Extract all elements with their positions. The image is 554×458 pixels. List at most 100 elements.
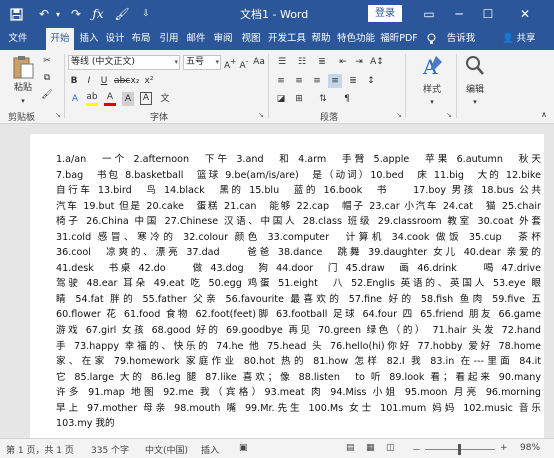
highlight-color-icon[interactable]: ab [86,92,98,106]
show-marks-icon[interactable]: ¶ [340,92,354,106]
tab-design[interactable]: 设计 [104,28,126,50]
document-line: 60.flower 花 61.food 食物 62.foot(feet)脚 63… [56,309,541,321]
ribbon-display-options-icon[interactable]: ▭ [415,3,443,25]
print-layout-icon[interactable]: ▦ [366,443,375,453]
character-shading-icon[interactable]: A [122,92,134,106]
tab-file[interactable]: 文件 [6,28,30,50]
copy-icon[interactable]: ⧉ [40,71,54,85]
tab-foxit-pdf[interactable]: 福昕PDF [379,28,419,50]
zoom-slider-thumb[interactable] [458,444,462,455]
paste-dropdown-icon[interactable]: ▾ [18,94,28,108]
chinese-layout-icon[interactable]: A↕ [370,55,384,69]
language-status[interactable]: 中文(中国) [145,443,188,456]
align-center-icon[interactable]: ≡ [292,74,306,88]
undo-icon[interactable]: ↶ [34,4,54,24]
tab-developer[interactable]: 开发工具 [266,28,308,50]
paragraph-launcher-icon[interactable]: ↘ [396,111,402,119]
font-color-icon[interactable]: A [104,92,116,106]
tell-me-search[interactable]: 告诉我 [446,28,476,50]
clipboard-group-label: 剪贴板 [8,113,36,123]
customize-quick-access-icon[interactable]: ⇩ [136,4,156,24]
find-icon[interactable] [462,54,488,83]
undo-dropdown-icon[interactable]: ▾ [53,4,63,24]
styles-dropdown-icon[interactable]: ▾ [428,95,436,109]
share-icon[interactable]: 👤 [502,28,514,50]
change-case-icon[interactable]: Aa [252,55,266,69]
bold-button[interactable]: B [69,74,79,88]
group-divider [456,54,457,118]
grow-font-icon[interactable]: A+ [224,55,236,73]
increase-indent-icon[interactable]: ⇥ [352,55,366,69]
save-icon[interactable] [6,4,26,24]
macro-record-icon[interactable]: ▣ [239,443,248,453]
editing-dropdown-icon[interactable]: ▾ [471,95,479,109]
collapse-ribbon-icon[interactable]: ∧ [538,108,550,122]
lightbulb-icon[interactable] [424,28,438,50]
zoom-level[interactable]: 98% [520,443,540,453]
minimize-icon[interactable]: ─ [445,3,473,25]
superscript-icon[interactable]: x² [144,74,154,88]
chevron-down-icon: ▾ [215,58,219,66]
character-border-icon[interactable]: A [140,92,152,105]
document-title: 文档1 - Word [240,8,309,21]
clipboard-launcher-icon[interactable]: ↘ [55,111,61,119]
styles-launcher-icon[interactable]: ↘ [446,111,452,119]
login-button[interactable]: 登录 [368,5,402,22]
maximize-icon[interactable]: ☐ [474,3,502,25]
tab-references[interactable]: 引用 [158,28,180,50]
tab-insert[interactable]: 插入 [78,28,100,50]
sort-icon[interactable]: ⇅ [316,92,330,106]
borders-icon[interactable]: ⊞ [292,92,306,106]
equation-icon[interactable]: ƒx [88,4,108,24]
redo-icon[interactable]: ↷ [66,4,86,24]
justify-icon[interactable]: ≡ [328,74,342,88]
zoom-out-button[interactable]: － [412,443,421,456]
close-icon[interactable]: ✕ [503,3,547,25]
decrease-indent-icon[interactable]: ⇤ [336,55,350,69]
document-body[interactable]: 1.a/an 一个 2.afternoon 下午 3.and 和 4.arm 手… [56,152,541,432]
text-effects-icon[interactable]: A [69,92,81,106]
align-left-icon[interactable]: ≡ [274,74,288,88]
distributed-icon[interactable]: ≣ [346,74,360,88]
font-name-combo[interactable]: 等线 (中文正文) ▾ [68,55,180,70]
share-button[interactable]: 共享 [514,28,538,50]
tab-mailings[interactable]: 邮件 [185,28,207,50]
tab-layout[interactable]: 布局 [130,28,152,50]
align-right-icon[interactable]: ≡ [310,74,324,88]
strikethrough-icon[interactable]: abc [114,74,130,88]
tab-help[interactable]: 帮助 [310,28,332,50]
italic-button[interactable]: I [84,74,94,88]
document-line: 椅子 26.China 中国 27.Chinese 汉语、中国人 28.clas… [56,216,541,228]
read-mode-icon[interactable]: ▤ [346,443,355,453]
title-bar: ↶ ▾ ↷ ƒx 🖌 ⇩ 文档1 - Word 登录 ▭ ─ ☐ ✕ [0,0,554,28]
tab-features[interactable]: 特色功能 [336,28,376,50]
shading-icon[interactable]: ◪ [274,92,288,106]
document-line: 41.desk 书桌 42.do 做 43.dog 狗 44.door 门 45… [56,262,541,274]
document-page[interactable]: 1.a/an 一个 2.afternoon 下午 3.and 和 4.arm 手… [30,134,544,438]
font-size-value: 五号 [186,57,205,67]
font-launcher-icon[interactable]: ↘ [258,111,264,119]
page-count[interactable]: 第 1 页，共 1 页 [6,443,74,456]
insert-mode[interactable]: 插入 [201,443,219,456]
tab-home[interactable]: 开始 [46,28,74,50]
word-count[interactable]: 335 个字 [91,443,129,456]
group-divider [64,54,65,118]
tab-view[interactable]: 视图 [240,28,262,50]
font-size-combo[interactable]: 五号 ▾ [183,55,221,70]
cut-icon[interactable]: ✂ [40,54,54,68]
underline-button[interactable]: U [99,74,109,88]
subscript-icon[interactable]: x₂ [130,74,140,88]
format-painter-icon[interactable]: 🖌 [40,88,54,102]
shrink-font-icon[interactable]: A- [238,55,250,73]
ribbon-tabs: 文件 开始 插入 设计 布局 引用 邮件 审阅 视图 开发工具 帮助 特色功能 … [0,28,554,50]
tab-review[interactable]: 审阅 [212,28,234,50]
format-painter-quick-icon[interactable]: 🖌 [112,4,132,24]
multilevel-list-icon[interactable]: ≣ [314,55,330,69]
line-spacing-icon[interactable]: ↕ [364,74,378,88]
bullets-icon[interactable]: ☰ [274,55,290,69]
phonetic-guide-icon[interactable]: 文 [158,92,172,106]
zoom-in-button[interactable]: + [500,443,508,453]
numbering-icon[interactable]: ☷ [294,55,310,69]
paste-button-label[interactable]: 粘贴 [10,81,36,95]
web-layout-icon[interactable]: ◫ [386,443,395,453]
